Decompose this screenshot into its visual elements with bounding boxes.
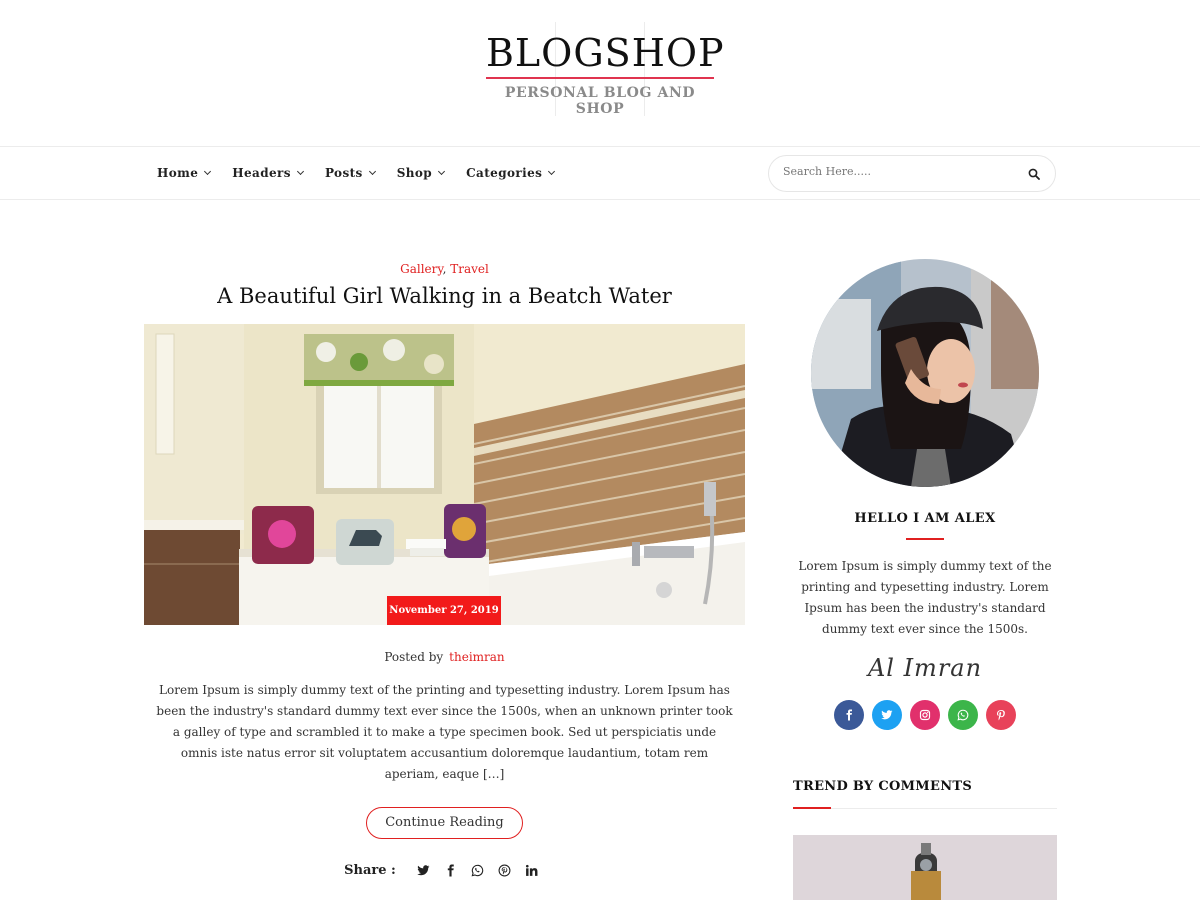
nav-item-categories[interactable]: Categories [466, 166, 556, 180]
chevron-down-icon [368, 167, 376, 176]
chevron-down-icon [548, 167, 556, 176]
post-meta: Posted by theimran [144, 650, 745, 664]
social-facebook-button[interactable] [834, 700, 864, 730]
twitter-icon[interactable] [417, 864, 430, 877]
social-links [793, 700, 1057, 730]
continue-reading-button[interactable]: Continue Reading [366, 807, 523, 839]
chevron-down-icon [296, 167, 304, 176]
author-photo [811, 259, 1039, 487]
post-title[interactable]: A Beautiful Girl Walking in a Beatch Wat… [144, 284, 745, 308]
nav-item-label: Headers [232, 166, 291, 180]
signature: Al Imran [867, 654, 983, 682]
category-separator: , [442, 262, 447, 276]
nav-item-label: Home [157, 166, 199, 180]
trend-post-thumbnail[interactable] [793, 835, 1057, 900]
nav-item-label: Shop [396, 166, 433, 180]
linkedin-icon[interactable] [525, 864, 538, 877]
category-link-travel[interactable]: Travel [450, 262, 489, 276]
chevron-down-icon [204, 167, 212, 176]
facebook-icon [846, 709, 852, 721]
site-title-underline [486, 77, 714, 79]
sidebar-about-widget: HELLO I AM ALEX Lorem Ipsum is simply du… [793, 259, 1057, 730]
widget-title: TREND BY COMMENTS [793, 779, 973, 794]
widget-title-accent [793, 807, 831, 809]
nav-item-label: Categories [466, 166, 543, 180]
trend-post-photo [793, 835, 1057, 900]
trend-by-comments-widget: TREND BY COMMENTS [793, 779, 1057, 900]
author-link[interactable]: theimran [449, 650, 505, 664]
twitter-icon [881, 710, 893, 720]
about-text: Lorem Ipsum is simply dummy text of the … [798, 559, 1052, 636]
share-label: Share : [344, 863, 396, 878]
post-featured-image[interactable]: November 27, 2019 [144, 324, 745, 625]
nav-item-headers[interactable]: Headers [232, 166, 304, 180]
instagram-icon [919, 709, 931, 721]
site-header: BLOGSHOP PERSONAL BLOG AND SHOP [0, 0, 1200, 146]
nav-item-home[interactable]: Home [157, 166, 212, 180]
social-whatsapp-button[interactable] [948, 700, 978, 730]
social-twitter-button[interactable] [872, 700, 902, 730]
search-input[interactable] [783, 165, 1013, 178]
category-link-gallery[interactable]: Gallery [400, 262, 442, 276]
site-branding[interactable]: BLOGSHOP PERSONAL BLOG AND SHOP [486, 30, 724, 117]
facebook-icon[interactable] [444, 864, 457, 877]
post-categories: Gallery, Travel [144, 262, 745, 276]
posted-by-label: Posted by [384, 650, 444, 664]
site-title[interactable]: BLOGSHOP [486, 30, 724, 76]
whatsapp-icon[interactable] [471, 864, 484, 877]
post-date-badge[interactable]: November 27, 2019 [387, 596, 501, 625]
share-bar: Share : [144, 863, 745, 878]
about-title: HELLO I AM ALEX [854, 511, 996, 526]
nav-item-shop[interactable]: Shop [396, 166, 446, 180]
about-divider [906, 538, 944, 540]
nav-item-posts[interactable]: Posts [324, 166, 376, 180]
pinterest-icon[interactable] [498, 864, 511, 877]
author-avatar [811, 259, 1039, 487]
social-instagram-button[interactable] [910, 700, 940, 730]
main-navigation: Home Headers Posts Shop Categories [0, 146, 1200, 200]
blog-post: Gallery, Travel A Beautiful Girl Walking… [144, 262, 745, 878]
social-pinterest-button[interactable] [986, 700, 1016, 730]
chevron-down-icon [438, 167, 446, 176]
whatsapp-icon [957, 709, 969, 721]
bathroom-photo [144, 324, 745, 625]
nav-item-label: Posts [324, 166, 363, 180]
post-excerpt: Lorem Ipsum is simply dummy text of the … [156, 683, 733, 781]
widget-title-rule [793, 807, 1057, 809]
search-form [768, 155, 1056, 192]
search-icon[interactable] [1028, 168, 1040, 180]
pinterest-icon [997, 710, 1005, 721]
site-tagline: PERSONAL BLOG AND SHOP [504, 85, 696, 117]
nav-menu: Home Headers Posts Shop Categories [157, 147, 576, 199]
